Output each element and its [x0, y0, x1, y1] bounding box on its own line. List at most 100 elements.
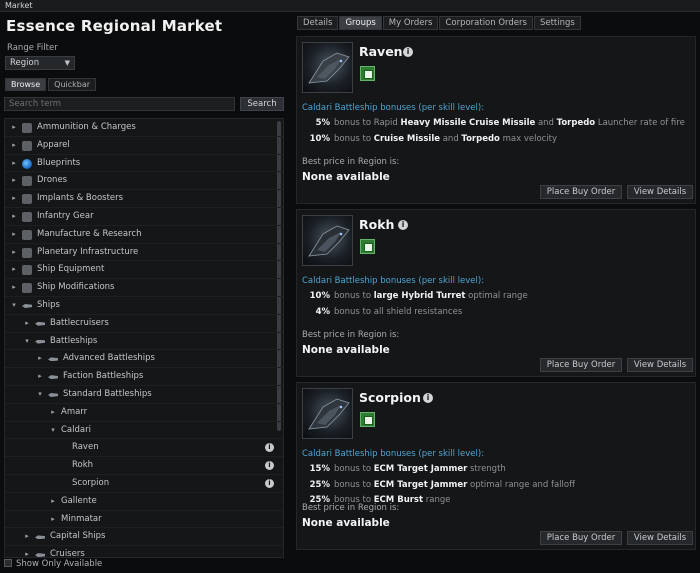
blueprint-icon	[22, 158, 32, 169]
chevron-right-icon[interactable]: ▸	[23, 315, 31, 333]
ship-name: Scorpion	[359, 390, 421, 405]
tree-item[interactable]: ▾ Battleships	[5, 333, 283, 351]
best-price-value: None available	[302, 344, 390, 356]
tree-item[interactable]: ▸ Implants & Boosters	[5, 190, 283, 208]
tree-item[interactable]: ▸ Gallente	[5, 493, 283, 511]
chevron-right-icon[interactable]: ▸	[10, 137, 18, 155]
chevron-right-icon[interactable]: ▸	[10, 244, 18, 262]
chevron-down-icon[interactable]: ▾	[49, 422, 57, 440]
skill-requirement-icon[interactable]	[360, 412, 375, 427]
bonus-percent: 5%	[315, 118, 330, 128]
tab-my-orders[interactable]: My Orders	[382, 16, 439, 30]
tree-item[interactable]: ▸ Apparel	[5, 137, 283, 155]
equipment-icon	[22, 265, 32, 276]
info-icon[interactable]: i	[265, 478, 274, 488]
tree-item[interactable]: ▸ Advanced Battleships	[5, 350, 283, 369]
bonus-percent: 15%	[309, 464, 330, 474]
chevron-right-icon[interactable]: ▸	[10, 279, 18, 297]
tree-item[interactable]: ▾ Caldari	[5, 422, 283, 440]
chevron-right-icon[interactable]: ▸	[49, 404, 57, 422]
tree-item[interactable]: ▸ Ship Modifications	[5, 279, 283, 297]
ship-thumbnail[interactable]	[302, 215, 353, 266]
tree-item[interactable]: ▸ Blueprints	[5, 155, 283, 173]
tree-item[interactable]: ▸ Minmatar	[5, 511, 283, 529]
bonus-line: 10% bonus to large Hybrid Turret optimal …	[297, 291, 528, 301]
chevron-right-icon[interactable]: ▸	[10, 155, 18, 173]
tree-item[interactable]: ▸ Faction Battleships	[5, 368, 283, 386]
tree-item-label: Apparel	[37, 139, 70, 150]
search-button[interactable]: Search	[240, 97, 284, 111]
skill-requirement-icon[interactable]	[360, 239, 375, 254]
chevron-right-icon[interactable]: ▸	[10, 208, 18, 226]
bonus-text: bonus to Cruise Missile and Torpedo max …	[334, 133, 558, 144]
tree-item-label: Ship Equipment	[37, 264, 105, 275]
tree-item[interactable]: Scorpion i	[5, 475, 283, 493]
skill-requirement-icon[interactable]	[360, 66, 375, 81]
tree-item[interactable]: ▸ Capital Ships	[5, 528, 283, 547]
view-details-button[interactable]: View Details	[627, 185, 693, 199]
tab-details[interactable]: Details	[297, 16, 339, 30]
chevron-right-icon[interactable]: ▸	[36, 350, 44, 368]
tree-item[interactable]: ▸ Drones	[5, 172, 283, 191]
range-filter-value: Region	[10, 58, 40, 68]
chevron-down-icon[interactable]: ▾	[10, 297, 18, 315]
tree-item[interactable]: Rokh i	[5, 457, 283, 475]
tree-item[interactable]: ▸ Planetary Infrastructure	[5, 244, 283, 262]
ship-thumbnail[interactable]	[302, 388, 353, 439]
tree-item[interactable]: ▸ Battlecruisers	[5, 315, 283, 333]
info-icon[interactable]: i	[403, 47, 413, 57]
chevron-right-icon[interactable]: ▸	[10, 261, 18, 279]
ship-thumbnail[interactable]	[302, 42, 353, 93]
tree-item[interactable]: Raven i	[5, 439, 283, 458]
search-input[interactable]: Search term	[4, 97, 235, 111]
tree-item-label: Blueprints	[37, 157, 81, 168]
tree-item-label: Battlecruisers	[50, 317, 109, 328]
place-buy-order-button[interactable]: Place Buy Order	[540, 531, 622, 545]
info-icon[interactable]: i	[423, 393, 433, 403]
tree-item[interactable]: ▸ Ammunition & Charges	[5, 119, 283, 137]
best-price-value: None available	[302, 517, 390, 529]
view-details-button[interactable]: View Details	[627, 531, 693, 545]
chevron-right-icon[interactable]: ▸	[10, 226, 18, 244]
tab-settings[interactable]: Settings	[533, 16, 581, 30]
chevron-right-icon[interactable]: ▸	[10, 119, 18, 137]
chevron-down-icon[interactable]: ▾	[36, 386, 44, 404]
info-icon[interactable]: i	[398, 220, 408, 230]
tab-groups[interactable]: Groups	[339, 16, 382, 30]
bonus-header: Caldari Battleship bonuses (per skill le…	[302, 276, 485, 286]
tree-item-label: Standard Battleships	[63, 388, 152, 399]
info-icon[interactable]: i	[265, 443, 274, 453]
tree-item[interactable]: ▸ Manufacture & Research	[5, 226, 283, 244]
bonus-header: Caldari Battleship bonuses (per skill le…	[302, 449, 485, 459]
tree-item[interactable]: ▾ Standard Battleships	[5, 386, 283, 404]
bonus-percent: 10%	[309, 291, 330, 301]
info-icon[interactable]: i	[265, 461, 274, 471]
chevron-right-icon[interactable]: ▸	[49, 493, 57, 511]
tree-item[interactable]: ▾ Ships	[5, 297, 283, 315]
tree-item[interactable]: ▸ Ship Equipment	[5, 261, 283, 280]
show-only-available-checkbox[interactable]: Show Only Available	[4, 559, 102, 570]
chevron-right-icon[interactable]: ▸	[49, 511, 57, 529]
chevron-right-icon[interactable]: ▸	[10, 172, 18, 190]
place-buy-order-button[interactable]: Place Buy Order	[540, 185, 622, 199]
chevron-right-icon[interactable]: ▸	[23, 528, 31, 546]
ship-icon	[35, 337, 45, 347]
tab-quickbar[interactable]: Quickbar	[48, 78, 97, 91]
tree-item[interactable]: ▸ Amarr	[5, 404, 283, 422]
chevron-right-icon[interactable]: ▸	[10, 190, 18, 208]
tab-corporation-orders[interactable]: Corporation Orders	[439, 16, 533, 30]
tree-item-label: Cruisers	[50, 549, 85, 558]
range-filter-select[interactable]: Region ▼	[5, 56, 75, 70]
chevron-right-icon[interactable]: ▸	[23, 546, 31, 557]
tree-item[interactable]: ▸ Infantry Gear	[5, 208, 283, 226]
tab-browse[interactable]: Browse	[5, 78, 47, 91]
tree-item-label: Implants & Boosters	[37, 193, 124, 204]
chevron-down-icon: ▼	[64, 59, 70, 67]
chevron-down-icon[interactable]: ▾	[23, 333, 31, 351]
tree-item-label: Battleships	[50, 335, 98, 346]
window-title: Market	[0, 0, 700, 12]
place-buy-order-button[interactable]: Place Buy Order	[540, 358, 622, 372]
chevron-right-icon[interactable]: ▸	[36, 368, 44, 386]
view-details-button[interactable]: View Details	[627, 358, 693, 372]
tree-item[interactable]: ▸ Cruisers	[5, 546, 283, 558]
